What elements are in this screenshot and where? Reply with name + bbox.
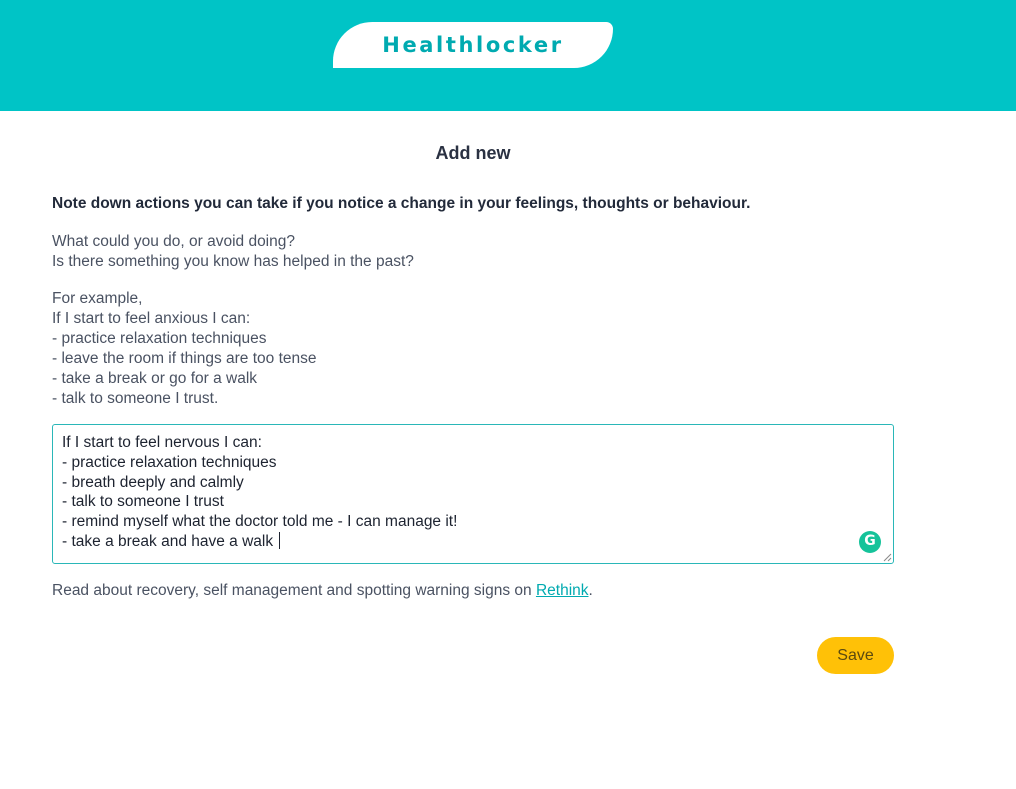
resize-handle-icon[interactable] [882, 552, 892, 562]
textarea-line-text: - take a break and have a walk [62, 532, 278, 550]
rethink-link[interactable]: Rethink [536, 582, 589, 599]
example-line: - leave the room if things are too tense [52, 350, 317, 367]
save-button[interactable]: Save [817, 637, 894, 674]
text-caret [279, 531, 281, 549]
textarea-line: If I start to feel nervous I can: [62, 434, 262, 451]
page-title: Add new [435, 143, 511, 163]
textarea-line: - breath deeply and calmly [62, 473, 244, 491]
question-line: Is there something you know has helped i… [52, 253, 414, 270]
textarea-line: - remind myself what the doctor told me … [62, 513, 458, 531]
example-line: If I start to feel anxious I can: [52, 310, 251, 327]
grammarly-icon[interactable]: G [859, 531, 881, 553]
question-line: What could you do, or avoid doing? [52, 233, 295, 250]
textarea-line: - talk to someone I trust [62, 493, 224, 511]
read-about-prefix: Read about recovery, self management and… [52, 582, 536, 599]
action-textarea[interactable]: If I start to feel nervous I can: - prac… [52, 424, 894, 564]
example-line: - take a break or go for a walk [52, 370, 258, 387]
example-line: For example, [52, 290, 143, 307]
intro-text: Note down actions you can take if you no… [52, 195, 751, 212]
example-block: For example, If I start to feel anxious … [52, 289, 317, 409]
logo[interactable]: Healthlocker [333, 22, 613, 68]
header-bar: Healthlocker [0, 0, 1016, 111]
prompt-questions: What could you do, or avoid doing? Is th… [52, 232, 414, 272]
textarea-last-line: - take a break and have a walk [62, 531, 884, 552]
read-about-suffix: . [588, 582, 593, 599]
example-line: - talk to someone I trust. [52, 390, 219, 407]
read-about-text: Read about recovery, self management and… [52, 582, 593, 600]
textarea-line: - practice relaxation techniques [62, 453, 277, 471]
example-line: - practice relaxation techniques [52, 330, 267, 347]
logo-text: Healthlocker [382, 33, 564, 57]
